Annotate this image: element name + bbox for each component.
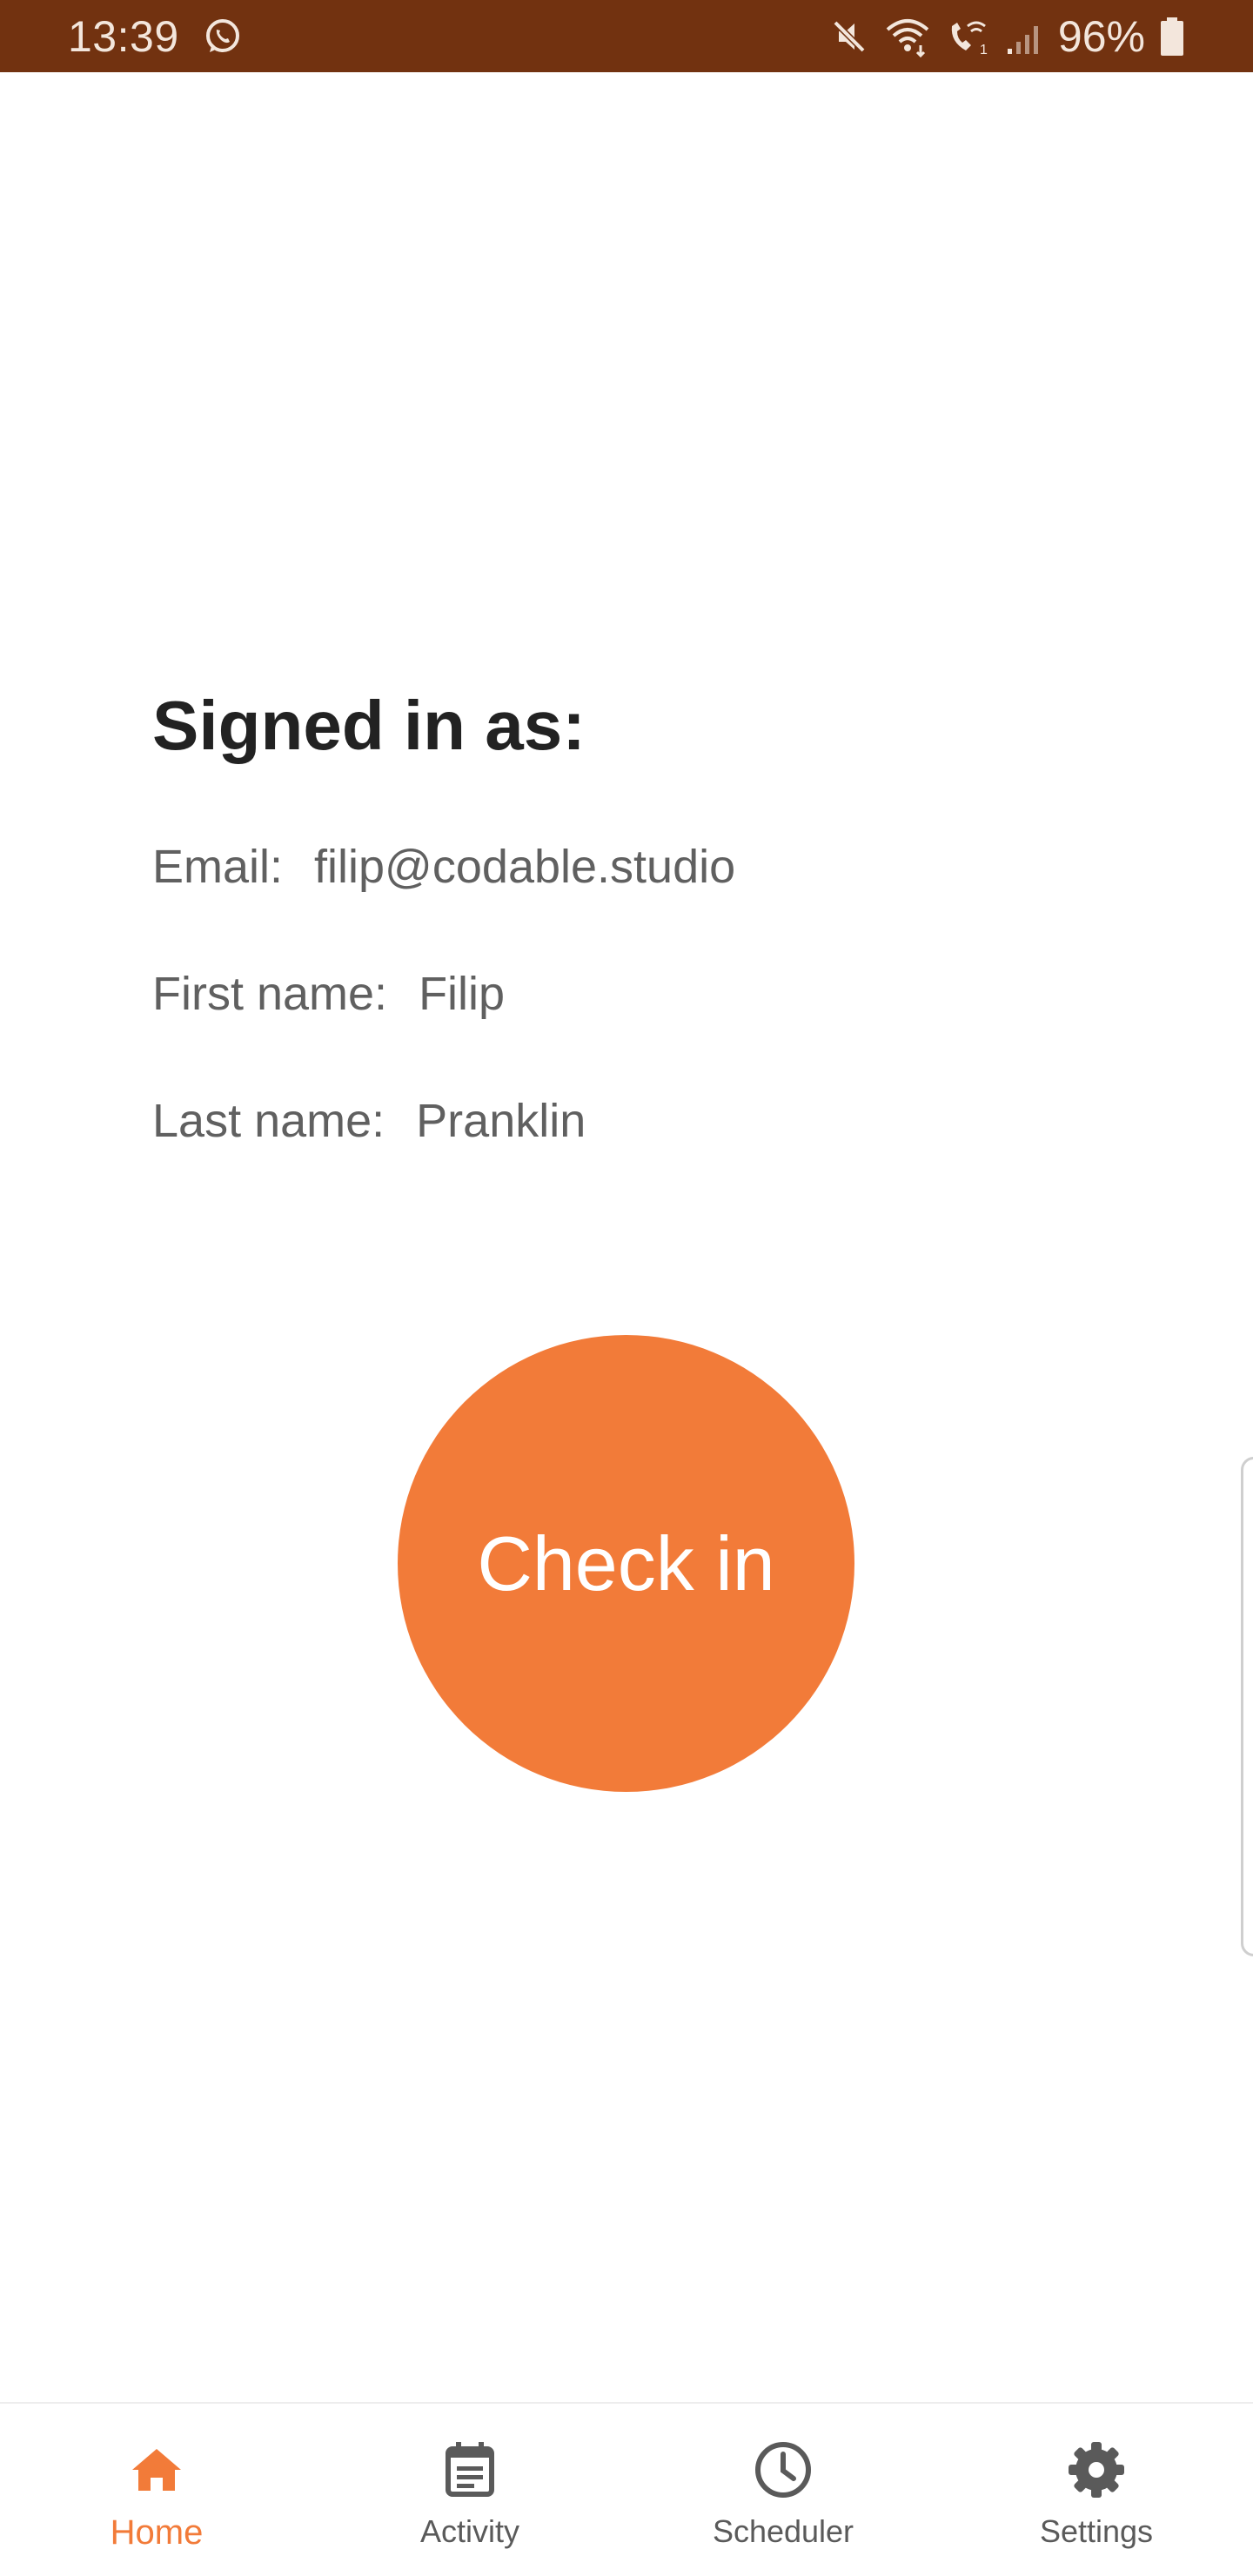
nav-label-scheduler: Scheduler [712,2513,854,2549]
svg-text:1: 1 [980,43,988,57]
mute-icon [828,16,870,57]
nav-item-home[interactable]: Home [0,2404,313,2576]
clock-icon [748,2435,818,2505]
edge-panel-handle[interactable] [1241,1457,1253,1956]
nav-label-settings: Settings [1039,2513,1154,2549]
nav-item-settings[interactable]: Settings [940,2404,1253,2576]
activity-icon [435,2435,505,2505]
last-name-row: Last name: Pranklin [152,1093,586,1149]
home-icon [122,2435,191,2505]
last-name-label: Last name: [152,1095,385,1147]
first-name-value: Filip [419,968,506,1020]
nav-item-activity[interactable]: Activity [313,2404,626,2576]
nav-label-activity: Activity [419,2513,519,2549]
status-time: 13:39 [68,11,179,61]
wifi-icon [884,16,931,57]
battery-icon [1159,16,1185,57]
email-label: Email: [152,841,284,893]
status-left: 13:39 [68,11,244,62]
bottom-navigation: Home Activity Scheduler Settings [0,2402,1253,2576]
gear-icon [1062,2435,1131,2505]
whatsapp-icon [202,16,244,57]
signed-in-title: Signed in as: [152,687,586,764]
first-name-label: First name: [152,968,388,1020]
first-name-row: First name: Filip [152,966,505,1022]
last-name-value: Pranklin [416,1095,586,1147]
wifi-calling-icon: 1 [945,16,992,57]
status-bar: 13:39 1 96% [0,0,1253,72]
nav-item-scheduler[interactable]: Scheduler [626,2404,940,2576]
battery-percent: 96% [1057,11,1145,61]
check-in-button[interactable]: Check in [398,1335,854,1792]
email-row: Email: filip@codable.studio [152,839,735,895]
nav-label-home: Home [110,2513,204,2552]
home-screen: 13:39 1 96% Signed in as: Email: filip@c… [0,0,1253,2576]
signal-icon [1006,16,1044,57]
email-value: filip@codable.studio [314,841,736,893]
status-right: 1 96% [828,11,1185,62]
